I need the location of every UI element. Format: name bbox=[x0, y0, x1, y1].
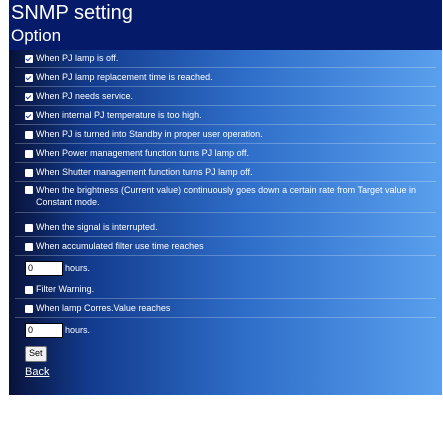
option-signal-interrupted[interactable]: When the signal is interrupted. bbox=[15, 219, 436, 237]
checkbox[interactable] bbox=[25, 304, 33, 313]
checkbox[interactable] bbox=[25, 130, 33, 139]
filter-hours-input[interactable]: 0 bbox=[25, 260, 63, 276]
checkbox[interactable] bbox=[25, 111, 33, 120]
option-brightness[interactable]: When the brightness (Current value) cont… bbox=[15, 182, 436, 213]
filter-hours-unit: hours. bbox=[65, 263, 91, 273]
checkbox[interactable] bbox=[25, 242, 33, 251]
checkbox[interactable] bbox=[25, 168, 33, 177]
option-label: When lamp Corres.Value reaches bbox=[36, 303, 171, 313]
option-power-management[interactable]: When Power management function turns PJ … bbox=[15, 145, 436, 163]
checkbox[interactable] bbox=[25, 149, 33, 158]
option-lamp-off[interactable]: When PJ lamp is off. bbox=[15, 50, 436, 68]
option-filter-time[interactable]: When accumulated filter use time reaches bbox=[15, 238, 436, 256]
option-shutter-management[interactable]: When Shutter management function turns P… bbox=[15, 164, 436, 182]
checkbox[interactable] bbox=[25, 186, 33, 194]
option-label: When Power management function turns PJ … bbox=[36, 148, 249, 158]
header-bar: SNMP setting Option bbox=[9, 0, 442, 50]
option-standby[interactable]: When PJ is turned into Standby in proper… bbox=[15, 126, 436, 144]
option-temperature[interactable]: When internal PJ temperature is too high… bbox=[15, 107, 436, 125]
option-label: When the brightness (Current value) cont… bbox=[36, 185, 417, 207]
option-label: When PJ needs service. bbox=[36, 91, 134, 101]
set-button[interactable]: Set bbox=[25, 346, 47, 362]
section-title: Option bbox=[11, 26, 62, 45]
option-label: When PJ lamp is off. bbox=[36, 53, 119, 63]
checkbox[interactable] bbox=[25, 285, 33, 294]
option-label: Filter Warning. bbox=[36, 284, 95, 294]
lamp-hours-input[interactable]: 0 bbox=[25, 322, 63, 338]
page-title: SNMP setting bbox=[11, 2, 133, 24]
filter-hours-row: 0 hours. bbox=[25, 260, 90, 276]
option-label: When internal PJ temperature is too high… bbox=[36, 110, 202, 120]
checkbox[interactable] bbox=[25, 223, 33, 232]
lamp-hours-row: 0 hours. bbox=[25, 322, 90, 338]
option-label: When Shutter management function turns P… bbox=[36, 167, 253, 177]
option-label: When PJ lamp replacement time is reached… bbox=[36, 72, 213, 82]
option-lamp-replacement[interactable]: When PJ lamp replacement time is reached… bbox=[15, 69, 436, 87]
checkbox[interactable] bbox=[25, 54, 33, 63]
checkbox[interactable] bbox=[25, 92, 33, 101]
option-label: When PJ is turned into Standby in proper… bbox=[36, 129, 263, 139]
back-link[interactable]: Back bbox=[25, 366, 49, 378]
checkbox[interactable] bbox=[25, 73, 33, 82]
lamp-hours-unit: hours. bbox=[65, 325, 91, 335]
option-label: When accumulated filter use time reaches bbox=[36, 241, 204, 251]
snmp-setting-panel: SNMP setting Option When PJ lamp is off.… bbox=[9, 0, 442, 395]
option-filter-warning[interactable]: Filter Warning. bbox=[15, 281, 436, 299]
option-service[interactable]: When PJ needs service. bbox=[15, 88, 436, 106]
option-lamp-corres[interactable]: When lamp Corres.Value reaches bbox=[15, 300, 436, 318]
option-label: When the signal is interrupted. bbox=[36, 222, 158, 232]
